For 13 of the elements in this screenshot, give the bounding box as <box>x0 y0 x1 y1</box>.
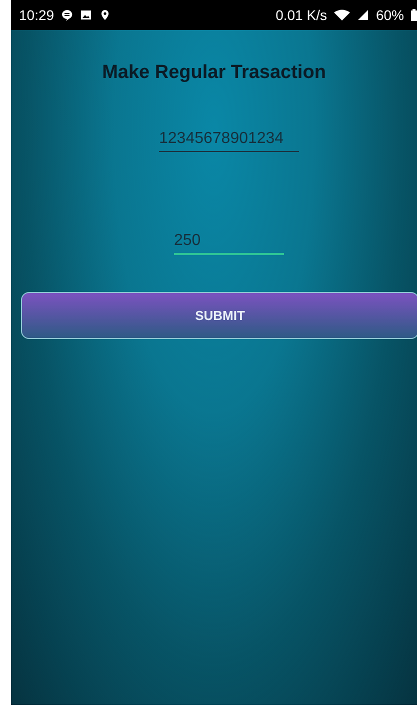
input-field[interactable]: 12345678901234 <box>159 128 299 152</box>
status-time: 10:29 <box>19 7 54 23</box>
message-icon <box>61 9 74 21</box>
signal-icon <box>356 9 369 21</box>
network-speed: 0.01 K/s <box>276 7 327 23</box>
battery-percent: 60% <box>376 7 404 23</box>
input-field[interactable]: 250 <box>174 230 284 255</box>
submit-button[interactable]: SUBMIT <box>21 292 417 339</box>
screen-title: Make Regular Trasaction <box>102 62 326 84</box>
battery-icon <box>411 9 417 21</box>
image-icon <box>80 9 92 21</box>
location-pin-icon <box>99 9 112 21</box>
wifi-icon <box>334 9 350 21</box>
